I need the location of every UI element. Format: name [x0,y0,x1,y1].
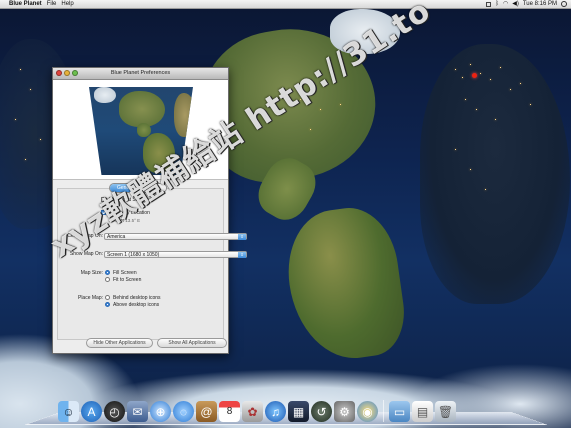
fit-to-screen-radio[interactable] [105,277,110,283]
dock: ☺ A ◴ ✉ ⊕ ◌ @ 8 ✿ ♫ ▦ ↺ ⚙ ◉ ▭ ▤ 🗑 [52,392,520,422]
app-menu[interactable]: Blue Planet [9,0,42,9]
show-all-applications-button[interactable]: Show All Applications [157,338,227,348]
finder-icon[interactable]: ☺ [58,401,79,422]
iphoto-icon[interactable]: ✿ [242,401,263,422]
app-store-icon[interactable]: A [81,401,102,422]
spotlight-search-icon[interactable] [561,1,567,7]
center-map-on-popup[interactable]: America ⇕ [104,233,247,240]
above-desktop-icons-radio[interactable] [105,302,110,308]
popup-arrows-icon: ⇕ [238,234,246,240]
ichat-icon[interactable]: ◌ [173,401,194,422]
system-preferences-icon[interactable]: ⚙ [334,401,355,422]
bluetooth-icon[interactable]: ᛒ [495,0,499,9]
behind-desktop-icons-radio[interactable] [105,295,110,301]
documents-stack-icon[interactable]: ▤ [412,401,433,422]
window-title: Blue Planet Preferences [110,70,171,76]
applications-folder-icon[interactable]: ▭ [389,401,410,422]
above-desktop-icons-option[interactable]: Above desktop icons [105,302,159,308]
place-map-label: Place Map: [77,295,103,301]
zoom-button[interactable] [72,70,78,76]
fit-to-screen-label: Fit to Screen [113,277,142,283]
trash-icon[interactable]: 🗑 [435,401,456,422]
address-book-icon[interactable]: @ [196,401,217,422]
itunes-icon[interactable]: ♫ [265,401,286,422]
time-machine-icon[interactable]: ↺ [311,401,332,422]
behind-desktop-icons-option[interactable]: Behind desktop icons [105,295,161,301]
file-menu[interactable]: File [47,0,57,9]
south-america-landmass [280,202,410,366]
europe-africa-night-landmass [420,44,570,304]
map-size-label: Map Size: [80,270,103,276]
dashboard-icon[interactable]: ◴ [104,401,125,422]
ical-icon[interactable]: 8 [219,401,240,422]
window-titlebar[interactable]: Blue Planet Preferences [53,68,228,80]
fit-to-screen-option[interactable]: Fit to Screen [105,277,141,283]
my-location-marker [472,73,477,78]
show-map-on-popup[interactable]: Screen 1 (1680 x 1050) ⇕ [104,251,247,258]
fill-screen-radio[interactable] [105,270,110,276]
popup-arrows-icon: ⇕ [238,252,246,258]
above-desktop-icons-label: Above desktop icons [113,302,160,308]
dock-separator [383,400,384,422]
menu-bar: Blue Planet File Help ᛒ ◠ ◀) Tue 8:16 PM [0,0,571,9]
fill-screen-label: Fill Screen [113,270,137,276]
minimize-button[interactable] [64,70,70,76]
menu-extras: ᛒ ◠ ◀) Tue 8:16 PM [486,0,571,9]
hide-other-applications-button[interactable]: Hide Other Applications [86,338,153,348]
volume-icon[interactable]: ◀) [512,0,519,9]
mail-icon[interactable]: ✉ [127,401,148,422]
fill-screen-option[interactable]: Fill Screen [105,270,137,276]
show-map-on-value: Screen 1 (1680 x 1050) [107,252,160,258]
clock[interactable]: Tue 8:16 PM [523,0,557,9]
globe-icon[interactable]: ◉ [357,401,378,422]
behind-desktop-icons-label: Behind desktop icons [113,295,161,301]
spaces-icon[interactable]: ▦ [288,401,309,422]
close-button[interactable] [56,70,62,76]
wifi-icon[interactable]: ◠ [503,0,508,9]
time-machine-status-icon[interactable] [486,1,492,7]
help-menu[interactable]: Help [61,0,73,9]
safari-icon[interactable]: ⊕ [150,401,171,422]
